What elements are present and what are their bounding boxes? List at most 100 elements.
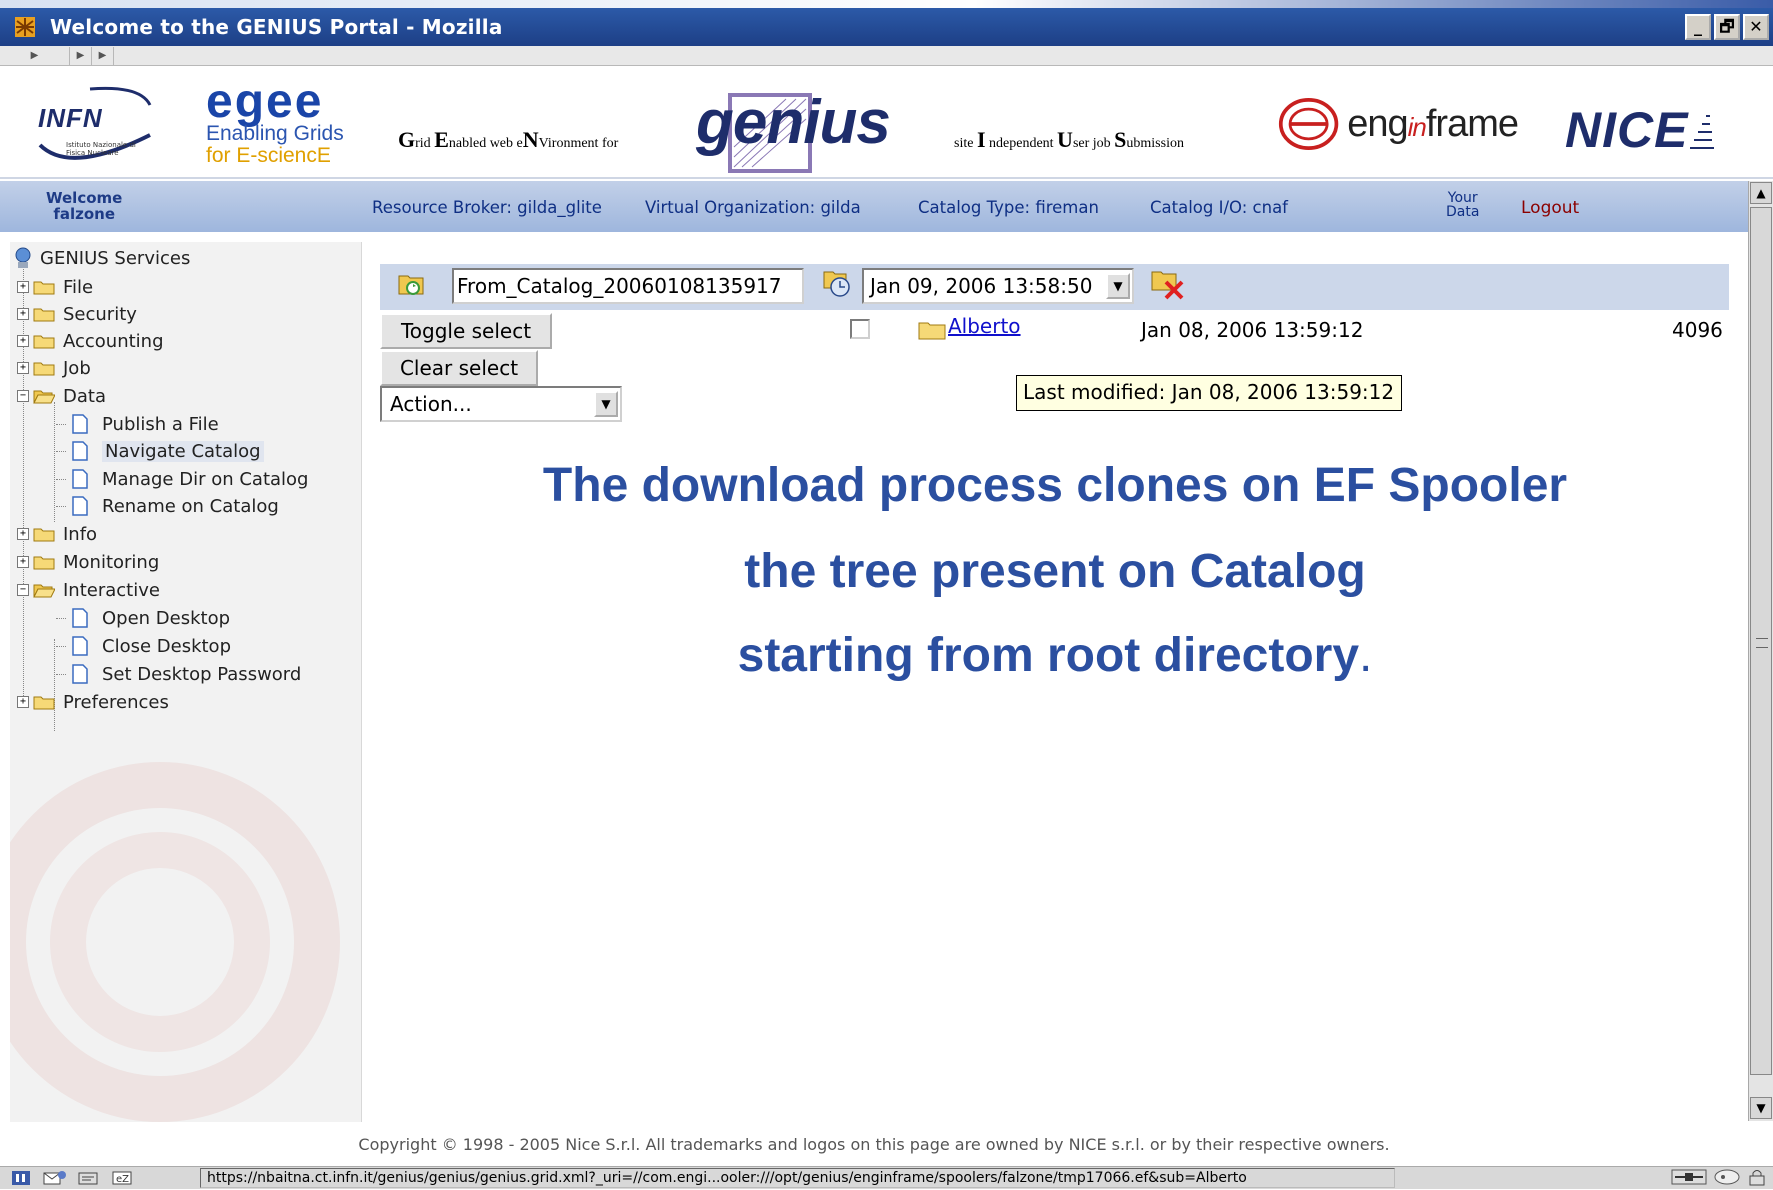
tree-item-rename-catalog[interactable]: Rename on Catalog (56, 492, 279, 520)
window-title: Welcome to the GENIUS Portal - Mozilla (50, 15, 503, 39)
refresh-folder-icon[interactable] (397, 270, 427, 300)
window-titlebar[interactable]: Welcome to the GENIUS Portal - Mozilla _… (0, 8, 1773, 46)
address-book-icon[interactable]: eZ (110, 1169, 136, 1187)
tree-item-open-desktop[interactable]: Open Desktop (56, 604, 230, 632)
egee-tagline-2: for E-sciencE (206, 144, 331, 167)
tree-item-security[interactable]: + Security (10, 300, 137, 328)
tree-item-interactive[interactable]: − Interactive (10, 576, 160, 604)
snapshot-date-select[interactable]: Jan 09, 2006 13:58:50 ▼ (862, 268, 1134, 304)
tree-item-close-desktop[interactable]: Close Desktop (56, 632, 231, 660)
online-status-icon[interactable] (1671, 1168, 1707, 1190)
services-sidebar: GENIUS Services + File + Security + Acco… (10, 242, 362, 1122)
tree-item-job[interactable]: + Job (10, 354, 91, 382)
genius-wordmark: genius (696, 88, 891, 157)
folder-icon (33, 528, 55, 542)
tree-item-file[interactable]: + File (10, 273, 93, 301)
folder-icon (33, 308, 55, 322)
tree-item-accounting[interactable]: + Accounting (10, 327, 164, 355)
expand-plus-icon[interactable]: + (17, 556, 29, 568)
open-folder-icon (33, 390, 55, 404)
cookie-status-icon[interactable] (1713, 1168, 1741, 1190)
top-decoration-strip (0, 0, 1773, 8)
expand-plus-icon[interactable]: + (17, 696, 29, 708)
tree-item-label: Interactive (63, 579, 160, 601)
vertical-scrollbar[interactable]: ▲ ▼ (1748, 181, 1773, 1121)
status-url: https://nbaitna.ct.infn.it/genius/genius… (200, 1168, 1395, 1188)
scrollbar-thumb[interactable] (1750, 207, 1772, 1075)
collapse-toolbar-icon-2[interactable]: ▶ (70, 46, 92, 65)
document-icon (72, 664, 88, 684)
tree-item-data[interactable]: − Data (10, 382, 106, 410)
catalog-io-label: Catalog I/O: cnaf (1150, 198, 1288, 217)
egee-wordmark: egee (206, 75, 324, 128)
logo-banner: INFN Istituto Nazionale di Fisica Nuclea… (0, 67, 1773, 179)
directory-name-input[interactable]: From_Catalog_20060108135917 (452, 268, 804, 304)
minimize-button[interactable]: _ (1685, 14, 1711, 40)
tree-item-manage-dir[interactable]: Manage Dir on Catalog (56, 465, 308, 493)
tree-item-label: Preferences (63, 691, 169, 713)
delete-folder-icon[interactable] (1150, 268, 1186, 302)
tree-root[interactable]: GENIUS Services (10, 244, 190, 272)
your-data-link[interactable]: Your Data (1446, 191, 1479, 219)
composer-icon[interactable] (76, 1169, 102, 1187)
collapse-minus-icon[interactable]: − (17, 584, 29, 596)
logout-link[interactable]: Logout (1521, 198, 1579, 218)
tree-item-navigate-catalog[interactable]: Navigate Catalog (56, 437, 264, 465)
scroll-down-arrow-icon[interactable]: ▼ (1750, 1097, 1772, 1119)
enginframe-wordmark: enginframe (1347, 102, 1519, 145)
tree-item-set-desktop-password[interactable]: Set Desktop Password (56, 660, 301, 688)
tree-item-label: Manage Dir on Catalog (102, 468, 309, 490)
maximize-button[interactable]: 🗗 (1714, 14, 1740, 40)
scroll-up-arrow-icon[interactable]: ▲ (1750, 182, 1772, 204)
chevron-down-icon[interactable]: ▼ (1106, 273, 1130, 299)
tree-item-label: Set Desktop Password (102, 663, 302, 685)
folder-icon (918, 322, 946, 340)
folder-link-alberto[interactable]: Alberto (948, 314, 1021, 338)
toggle-select-button[interactable]: Toggle select (380, 313, 552, 349)
grid-tagline: Grid Enabled web eNVironment for (398, 127, 619, 152)
tree-item-label: Accounting (63, 330, 164, 352)
chevron-down-icon[interactable]: ▼ (594, 391, 618, 417)
tree-item-preferences[interactable]: + Preferences (10, 688, 169, 716)
expand-plus-icon[interactable]: + (17, 335, 29, 347)
tree-item-label: Rename on Catalog (102, 495, 279, 517)
tree-item-label: Data (63, 385, 106, 407)
navigator-icon[interactable] (8, 1169, 34, 1187)
virtual-organization-label: Virtual Organization: gilda (645, 198, 861, 217)
expand-plus-icon[interactable]: + (17, 308, 29, 320)
nice-wordmark: NICE (1565, 102, 1689, 158)
document-icon (72, 636, 88, 656)
row-checkbox[interactable] (850, 319, 870, 339)
folder-icon (33, 335, 55, 349)
status-indicators (1671, 1168, 1767, 1190)
action-select[interactable]: Action... ▼ (380, 386, 622, 422)
tree-item-label-selected: Navigate Catalog (102, 440, 264, 462)
catalog-type-label: Catalog Type: fireman (918, 198, 1099, 217)
collapse-minus-icon[interactable]: − (17, 390, 29, 402)
welcome-user: Welcome falzone (46, 190, 122, 222)
clear-select-button[interactable]: Clear select (380, 350, 538, 386)
expand-plus-icon[interactable]: + (17, 362, 29, 374)
tree-item-monitoring[interactable]: + Monitoring (10, 548, 159, 576)
toolbar-grippy-strip: ▶ ▶ ▶ (0, 46, 1773, 66)
tree-item-info[interactable]: + Info (10, 520, 97, 548)
tree-guide-line (54, 402, 55, 522)
genius-logo: genius (696, 87, 906, 173)
expand-plus-icon[interactable]: + (17, 528, 29, 540)
document-icon (72, 414, 88, 434)
overlay-caption-line-1: The download process clones on EF Spoole… (542, 459, 1568, 512)
collapse-toolbar-icon[interactable]: ▶ (0, 46, 70, 65)
close-button[interactable]: ✕ (1743, 14, 1769, 40)
snapshot-date-value: Jan 09, 2006 13:58:50 (870, 274, 1093, 298)
action-select-value: Action... (390, 392, 472, 416)
window-controls: _ 🗗 ✕ (1685, 14, 1769, 40)
mail-icon[interactable] (42, 1169, 68, 1187)
username: falzone (53, 205, 115, 223)
security-lock-icon[interactable] (1747, 1168, 1767, 1190)
collapse-toolbar-icon-3[interactable]: ▶ (92, 46, 114, 65)
egee-tagline-1: Enabling Grids (206, 122, 344, 145)
document-icon (72, 469, 88, 489)
tree-item-publish-file[interactable]: Publish a File (56, 410, 219, 438)
tree-guide-line (54, 639, 55, 731)
expand-plus-icon[interactable]: + (17, 281, 29, 293)
